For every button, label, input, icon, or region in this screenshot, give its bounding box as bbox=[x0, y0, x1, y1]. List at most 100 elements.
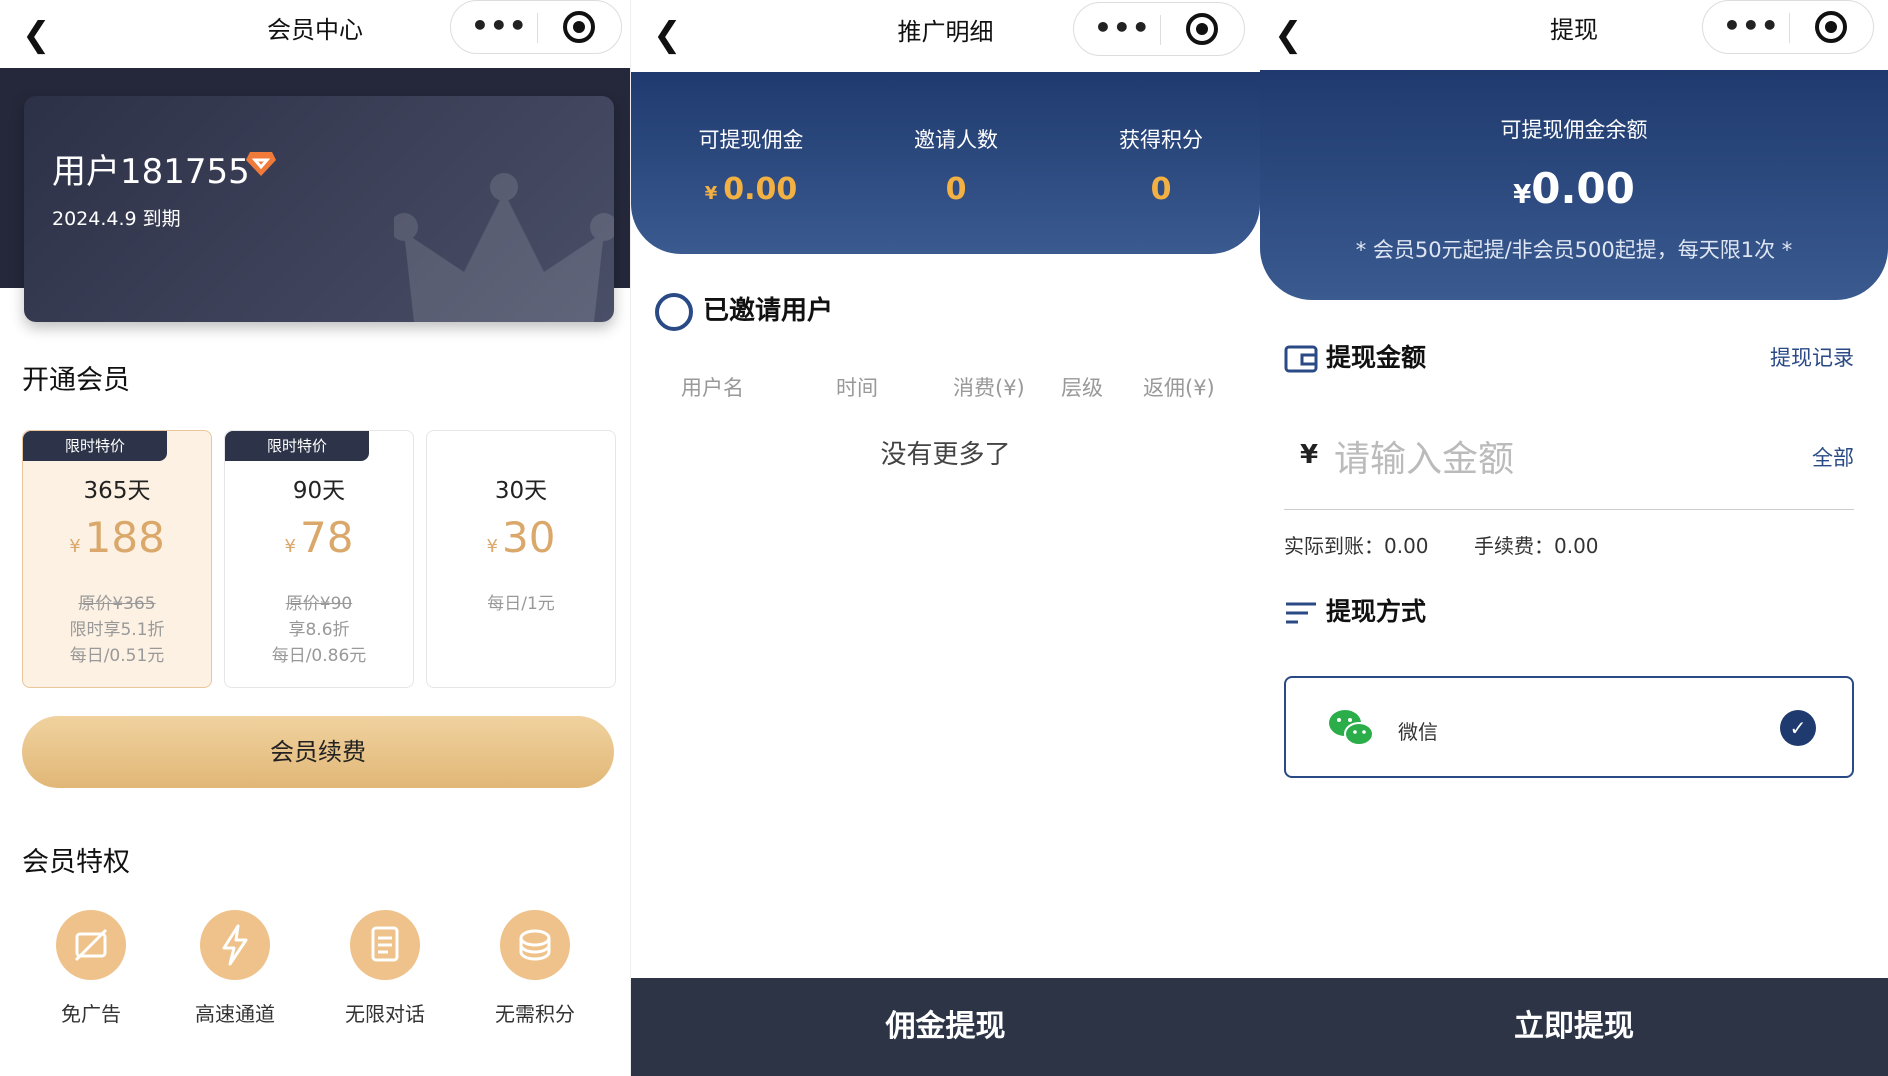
user-circle-icon bbox=[655, 292, 693, 331]
more-icon[interactable]: ••• bbox=[471, 9, 528, 42]
empty-message: 没有更多了 bbox=[880, 440, 1011, 470]
expiry-date: 2024.4.9 到期 bbox=[52, 208, 181, 230]
balance-amount: ¥0.00 bbox=[1260, 164, 1888, 213]
service-fee: 手续费：0.00 bbox=[1474, 534, 1599, 558]
stat-points: 获得积分 0 bbox=[1096, 124, 1226, 207]
list-icon bbox=[1286, 602, 1316, 624]
stat-invites: 邀请人数 0 bbox=[891, 124, 1021, 207]
daily-price: 每日/1元 bbox=[487, 594, 555, 614]
privilege-fast-channel: 高速通道 bbox=[180, 910, 290, 1027]
wallet-icon bbox=[1284, 345, 1318, 373]
withdraw-rule-note: * 会员50元起提/非会员500起提，每天限1次 * bbox=[1355, 238, 1793, 262]
plan-price: ¥78 bbox=[225, 513, 413, 562]
balance-value: 0.00 bbox=[1531, 164, 1635, 213]
capsule-divider bbox=[1160, 15, 1161, 45]
lightning-icon bbox=[200, 910, 270, 980]
close-target-icon[interactable] bbox=[563, 11, 595, 43]
currency-symbol: ¥ bbox=[1513, 180, 1532, 210]
capsule-divider bbox=[1789, 13, 1790, 43]
mini-program-capsule: ••• bbox=[1702, 0, 1874, 54]
coins-icon bbox=[500, 910, 570, 980]
invited-users-title: 已邀请用户 bbox=[655, 290, 833, 331]
plan-days: 365天 bbox=[83, 478, 151, 504]
privileges-title: 会员特权 bbox=[22, 847, 130, 878]
withdraw-now-button[interactable]: 立即提现 bbox=[1260, 978, 1888, 1076]
currency-symbol: ¥ bbox=[704, 183, 718, 204]
section-label: 提现方式 bbox=[1326, 597, 1427, 626]
amount-section-title: 提现金额 bbox=[1284, 338, 1426, 374]
plan-price: ¥30 bbox=[427, 513, 615, 562]
privilege-label: 无限对话 bbox=[345, 1002, 425, 1026]
close-target-icon[interactable] bbox=[1815, 11, 1847, 43]
original-price: 原价¥90 bbox=[285, 594, 353, 614]
withdraw-record-link[interactable]: 提现记录 bbox=[1770, 342, 1854, 372]
diamond-icon bbox=[246, 152, 276, 176]
plan-card-30[interactable]: 30天 ¥30 每日/1元 bbox=[426, 430, 616, 688]
balance-header: 可提现佣金余额 ¥0.00 * 会员50元起提/非会员500起提，每天限1次 * bbox=[1260, 70, 1888, 300]
promotion-detail-screen: ❮ 推广明细 ••• 可提现佣金 ¥0.00 邀请人数 0 获得积分 0 已邀请… bbox=[630, 0, 1260, 1076]
daily-price: 每日/0.51元 bbox=[69, 646, 165, 666]
plan-days: 90天 bbox=[292, 478, 346, 504]
checkmark-icon: ✓ bbox=[1780, 710, 1816, 746]
stat-label: 邀请人数 bbox=[914, 128, 998, 152]
stats-header: 可提现佣金 ¥0.00 邀请人数 0 获得积分 0 bbox=[631, 72, 1260, 254]
stat-value: ¥0.00 bbox=[671, 172, 831, 207]
privilege-unlimited-chat: 无限对话 bbox=[330, 910, 440, 1027]
balance-label: 可提现佣金余额 bbox=[1500, 118, 1648, 142]
section-label: 提现金额 bbox=[1326, 343, 1427, 372]
column-spending: 消费(¥) bbox=[953, 376, 1025, 400]
column-time: 时间 bbox=[836, 376, 878, 400]
plan-days: 30天 bbox=[494, 478, 548, 504]
method-section-title: 提现方式 bbox=[1284, 592, 1426, 628]
nav-bar: ❮ 提现 ••• bbox=[1260, 0, 1888, 66]
method-label: 微信 bbox=[1398, 720, 1438, 744]
stat-label: 可提现佣金 bbox=[698, 128, 804, 152]
discount-text: 享8.6折 bbox=[288, 620, 350, 640]
currency-symbol: ¥ bbox=[486, 536, 498, 557]
nav-bar: ❮ 推广明细 ••• bbox=[631, 0, 1260, 66]
member-center-screen: ❮ 会员中心 ••• 用户181755 2024.4.9 到期 开通会员 限时特… bbox=[0, 0, 630, 1076]
withdraw-commission-button[interactable]: 佣金提现 bbox=[631, 978, 1260, 1076]
open-member-title: 开通会员 bbox=[22, 365, 130, 396]
amount-input-row: ¥ 全部 bbox=[1284, 420, 1854, 510]
close-target-icon[interactable] bbox=[1186, 13, 1218, 45]
section-title: 已邀请用户 bbox=[703, 296, 834, 326]
stat-label: 获得积分 bbox=[1119, 128, 1203, 152]
privilege-no-ads: 免广告 bbox=[36, 910, 146, 1027]
withdraw-all-button[interactable]: 全部 bbox=[1812, 442, 1854, 472]
plan-price: ¥188 bbox=[23, 513, 211, 562]
currency-symbol: ¥ bbox=[69, 536, 81, 557]
more-icon[interactable]: ••• bbox=[1094, 11, 1151, 44]
document-icon bbox=[350, 910, 420, 980]
price-value: 78 bbox=[300, 513, 354, 562]
privilege-no-points: 无需积分 bbox=[480, 910, 590, 1027]
renew-button[interactable]: 会员续费 bbox=[22, 716, 614, 788]
mini-program-capsule: ••• bbox=[450, 0, 622, 54]
column-username: 用户名 bbox=[681, 376, 744, 400]
plan-card-90[interactable]: 限时特价 90天 ¥78 原价¥90 享8.6折 每日/0.86元 bbox=[224, 430, 414, 688]
privilege-label: 无需积分 bbox=[495, 1002, 575, 1026]
column-level: 层级 bbox=[1061, 376, 1103, 400]
no-ad-icon bbox=[56, 910, 126, 980]
price-value: 30 bbox=[502, 513, 556, 562]
vip-card: 用户181755 2024.4.9 到期 bbox=[24, 96, 614, 322]
user-name: 用户181755 bbox=[52, 152, 250, 192]
amount-input[interactable] bbox=[1334, 434, 1734, 484]
currency-symbol: ¥ bbox=[284, 536, 296, 557]
plan-card-365[interactable]: 限时特价 365天 ¥188 原价¥365 限时享5.1折 每日/0.51元 bbox=[22, 430, 212, 688]
plan-badge: 限时特价 bbox=[225, 431, 369, 461]
stat-number: 0.00 bbox=[723, 172, 798, 207]
discount-text: 限时享5.1折 bbox=[69, 620, 165, 640]
privilege-label: 高速通道 bbox=[195, 1002, 275, 1026]
more-icon[interactable]: ••• bbox=[1723, 9, 1780, 42]
currency-symbol: ¥ bbox=[1300, 440, 1319, 470]
daily-price: 每日/0.86元 bbox=[271, 646, 367, 666]
stat-commission: 可提现佣金 ¥0.00 bbox=[671, 124, 831, 207]
original-price: 原价¥365 bbox=[78, 594, 156, 614]
column-rebate: 返佣(¥) bbox=[1143, 376, 1215, 400]
crown-icon bbox=[394, 173, 614, 322]
wechat-method-option[interactable]: 微信 ✓ bbox=[1284, 676, 1854, 778]
stat-value: 0 bbox=[945, 172, 967, 207]
actual-amount: 实际到账：0.00 bbox=[1284, 534, 1429, 558]
plan-badge: 限时特价 bbox=[23, 431, 167, 461]
